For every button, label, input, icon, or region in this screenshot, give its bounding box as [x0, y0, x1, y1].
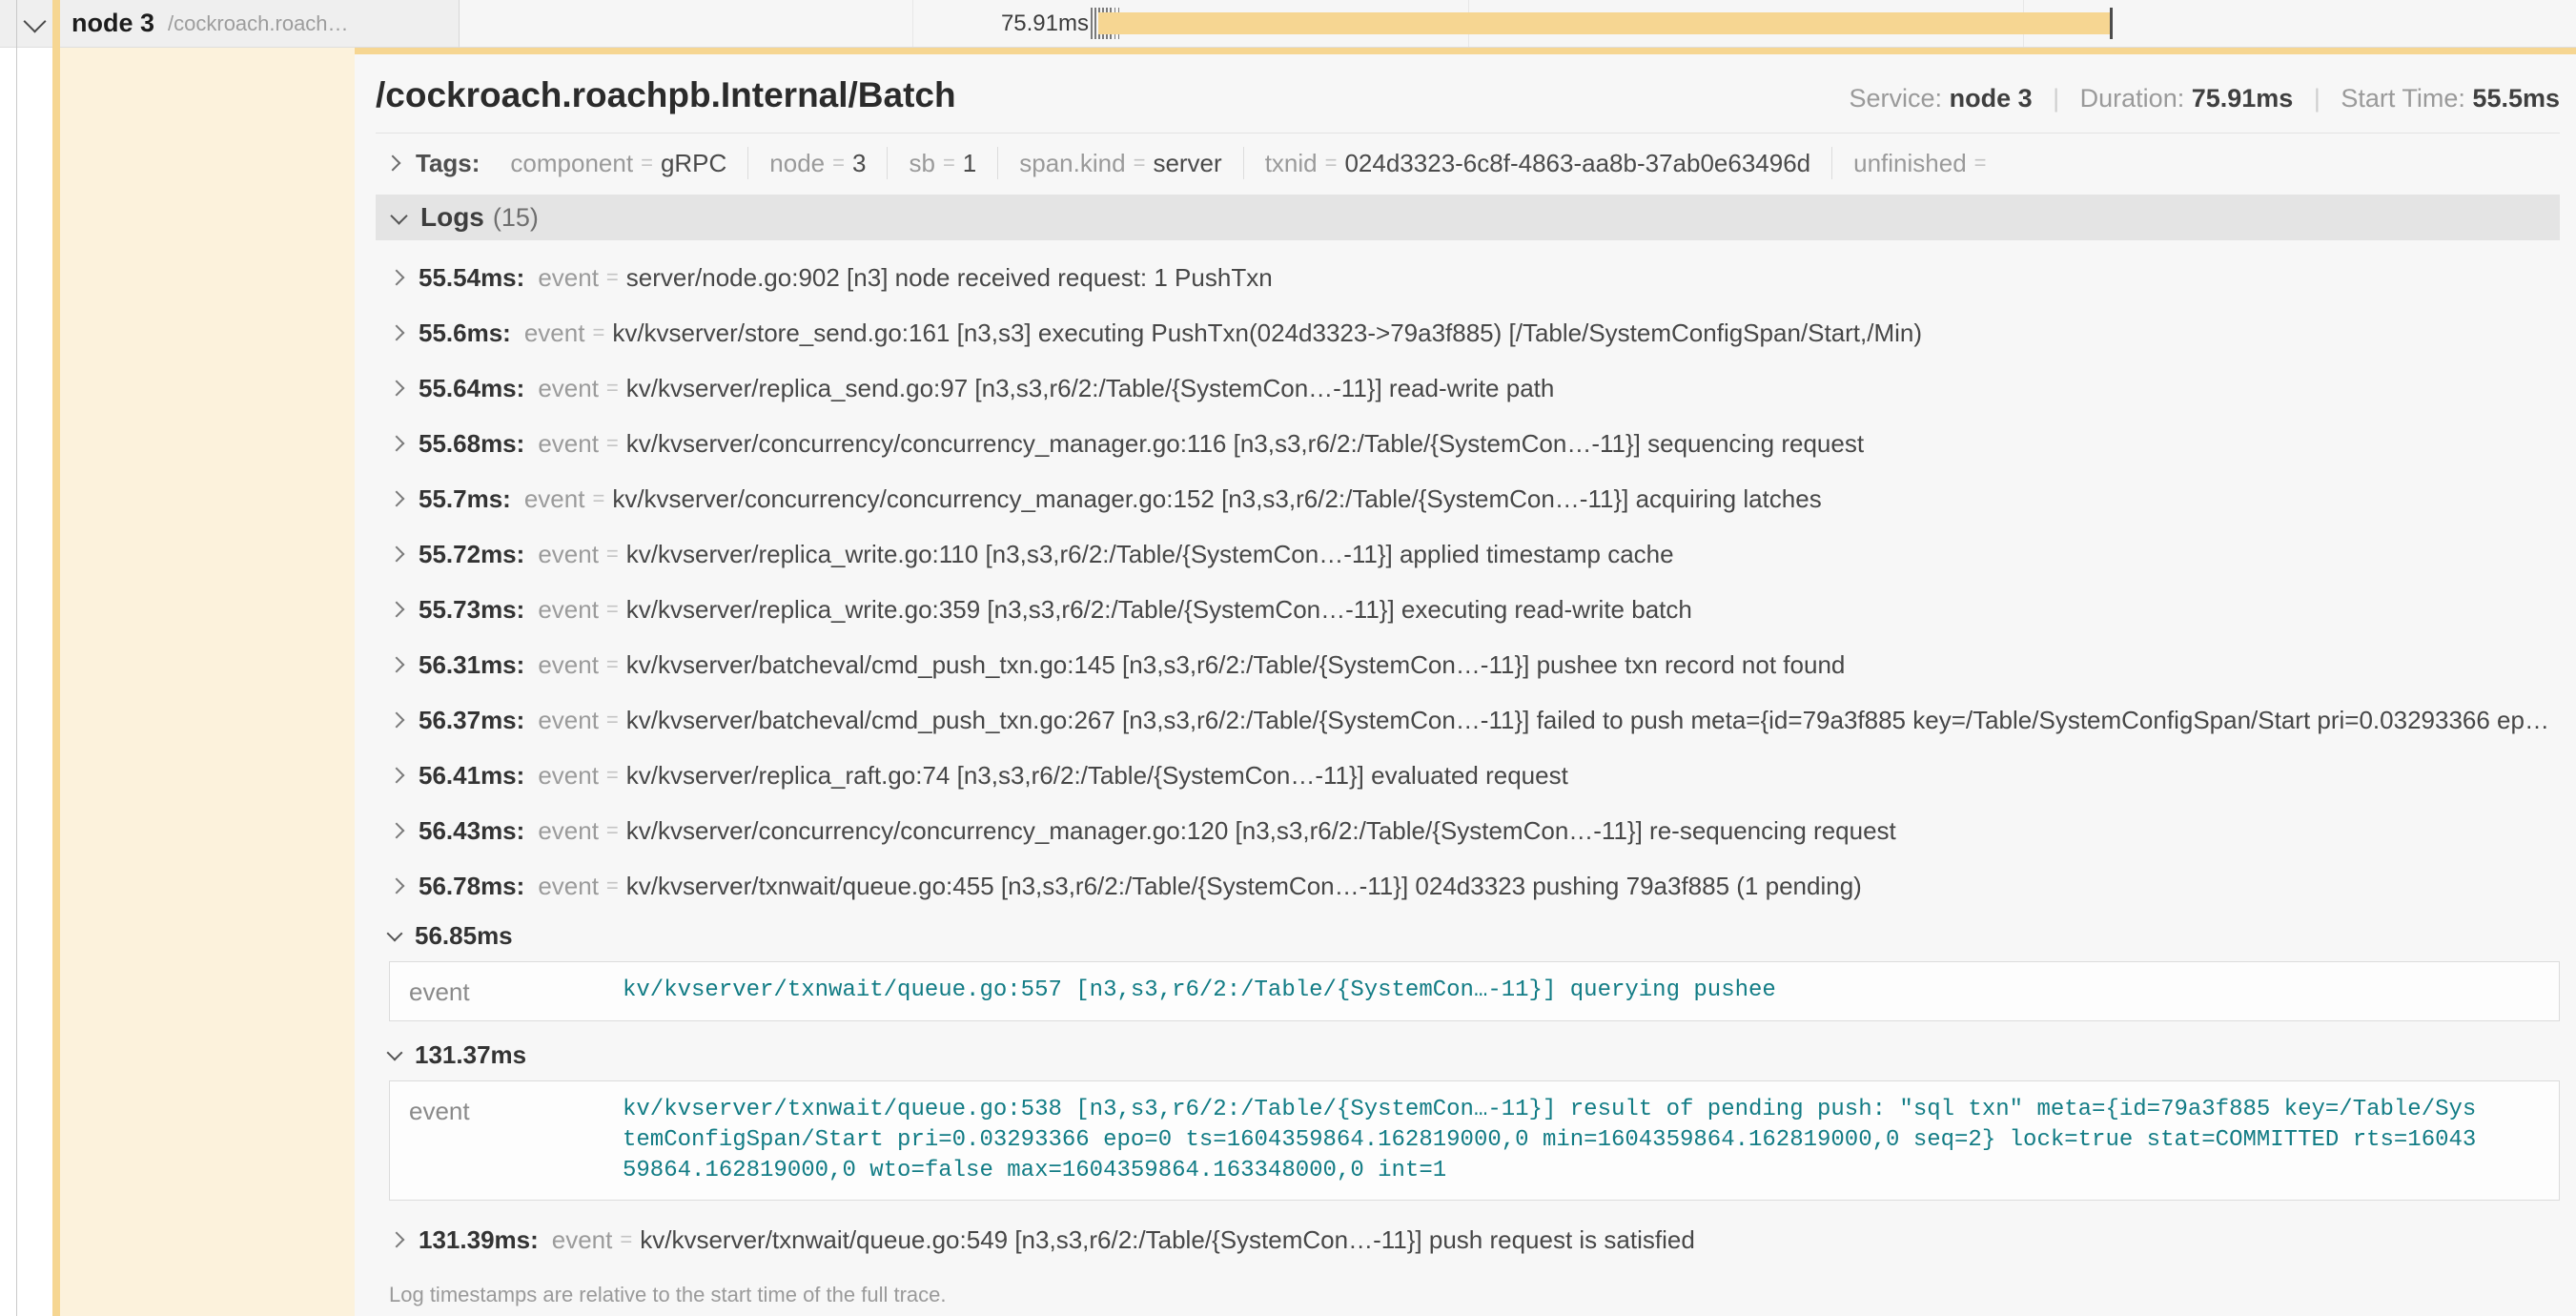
equals-sign: =	[832, 151, 845, 175]
service-label: Service:	[1850, 84, 1943, 113]
equals-sign: =	[606, 818, 619, 843]
chevron-right-icon[interactable]	[389, 380, 405, 397]
log-field-value: kv/kvserver/txnwait/queue.go:557 [n3,s3,…	[623, 976, 1776, 1007]
detail-accent-bar	[355, 48, 2576, 54]
tag-node: node = 3	[747, 147, 887, 179]
chevron-right-icon[interactable]	[389, 270, 405, 286]
page-title: /cockroach.roachpb.Internal/Batch	[376, 75, 956, 115]
log-entry-detail: event kv/kvserver/txnwait/queue.go:538 […	[389, 1080, 2560, 1201]
collapse-children-icon[interactable]	[23, 10, 46, 32]
log-entry-detail: event kv/kvserver/txnwait/queue.go:557 […	[389, 961, 2560, 1021]
gutter-divider	[16, 0, 17, 1316]
logs-title: Logs	[420, 202, 484, 233]
duration-value: 75.91ms	[2192, 84, 2294, 113]
log-entry[interactable]: 55.7ms: event = kv/kvserver/concurrency/…	[376, 471, 2560, 526]
start-time-label: Start Time:	[2341, 84, 2465, 113]
tag-component: component = gRPC	[489, 147, 747, 179]
log-entry[interactable]: 55.73ms: event = kv/kvserver/replica_wri…	[376, 582, 2560, 637]
span-operation-name: /cockroach.roach…	[168, 11, 459, 36]
log-entry[interactable]: 55.68ms: event = kv/kvserver/concurrency…	[376, 416, 2560, 471]
service-value: node 3	[1950, 84, 2033, 113]
chevron-right-icon[interactable]	[389, 657, 405, 673]
tags-section[interactable]: Tags: component = gRPC node = 3 sb = 1 s…	[376, 134, 2560, 193]
chevron-down-icon[interactable]	[390, 207, 407, 224]
start-time-value: 55.5ms	[2472, 84, 2560, 113]
equals-sign: =	[606, 652, 619, 677]
detail-header: /cockroach.roachpb.Internal/Batch Servic…	[376, 54, 2560, 115]
log-entry[interactable]: 55.72ms: event = kv/kvserver/replica_wri…	[376, 526, 2560, 582]
span-indent-column	[60, 48, 355, 1316]
equals-sign: =	[606, 431, 619, 456]
log-entry[interactable]: 55.64ms: event = kv/kvserver/replica_sen…	[376, 360, 2560, 416]
span-service-name[interactable]: node 3	[72, 9, 154, 38]
chevron-right-icon[interactable]	[389, 436, 405, 452]
span-duration-label: 75.91ms	[974, 10, 1089, 37]
span-end-tick	[2110, 8, 2113, 39]
log-entry-expanded-header[interactable]: 56.85ms	[376, 914, 2560, 957]
equals-sign: =	[1325, 151, 1338, 175]
log-entry[interactable]: 131.39ms: event = kv/kvserver/txnwait/qu…	[376, 1212, 2560, 1267]
tag-unfinished: unfinished =	[1831, 147, 2014, 179]
log-entry[interactable]: 56.41ms: event = kv/kvserver/replica_raf…	[376, 748, 2560, 803]
tag-sb: sb = 1	[887, 147, 997, 179]
chevron-right-icon[interactable]	[389, 878, 405, 894]
chevron-right-icon[interactable]	[389, 602, 405, 618]
log-entry[interactable]: 55.6ms: event = kv/kvserver/store_send.g…	[376, 305, 2560, 360]
divider: |	[2314, 84, 2320, 113]
chevron-right-icon[interactable]	[385, 155, 401, 172]
chevron-down-icon[interactable]	[387, 1045, 403, 1061]
equals-sign: =	[606, 597, 619, 622]
chevron-down-icon[interactable]	[387, 926, 403, 942]
equals-sign: =	[943, 151, 955, 175]
span-row[interactable]: node 3 /cockroach.roach… 75.91ms	[0, 0, 2576, 48]
span-duration-bar[interactable]	[1098, 12, 2110, 34]
chevron-right-icon[interactable]	[389, 491, 405, 507]
logs-footer-note: Log timestamps are relative to the start…	[389, 1283, 2560, 1307]
log-entry[interactable]: 56.31ms: event = kv/kvserver/batcheval/c…	[376, 637, 2560, 692]
timeline-gridline	[912, 0, 913, 47]
equals-sign: =	[606, 708, 619, 732]
chevron-right-icon[interactable]	[389, 712, 405, 729]
log-field-key: event	[409, 1095, 623, 1186]
equals-sign: =	[606, 763, 619, 788]
log-entry[interactable]: 56.43ms: event = kv/kvserver/concurrency…	[376, 803, 2560, 858]
log-list: 55.54ms: event = server/node.go:902 [n3]…	[376, 240, 2560, 1267]
equals-sign: =	[620, 1227, 632, 1252]
chevron-right-icon[interactable]	[389, 325, 405, 341]
equals-sign: =	[606, 874, 619, 898]
equals-sign: =	[592, 320, 604, 345]
equals-sign: =	[606, 542, 619, 566]
equals-sign: =	[641, 151, 653, 175]
span-detail-card: /cockroach.roachpb.Internal/Batch Servic…	[355, 54, 2576, 1316]
chevron-right-icon[interactable]	[389, 768, 405, 784]
tag-txnid: txnid = 024d3323-6c8f-4863-aa8b-37ab0e63…	[1243, 147, 1831, 179]
span-name-column[interactable]: node 3 /cockroach.roach…	[0, 0, 460, 48]
chevron-right-icon[interactable]	[389, 1232, 405, 1248]
duration-label: Duration:	[2080, 84, 2185, 113]
span-overview: Service: node 3 | Duration: 75.91ms | St…	[1850, 84, 2560, 113]
chevron-right-icon[interactable]	[389, 823, 405, 839]
trace-detail-page: node 3 /cockroach.roach… 75.91ms /cockro…	[0, 0, 2576, 1316]
logs-count: (15)	[493, 203, 539, 233]
span-color-stripe	[52, 0, 60, 1316]
tags-label: Tags:	[416, 149, 480, 178]
span-timeline[interactable]: 75.91ms	[460, 0, 2576, 48]
equals-sign: =	[1974, 151, 1987, 175]
chevron-right-icon[interactable]	[389, 546, 405, 563]
log-field-value: kv/kvserver/txnwait/queue.go:538 [n3,s3,…	[623, 1095, 2476, 1186]
logs-section-header[interactable]: Logs (15)	[376, 195, 2560, 240]
divider: |	[2053, 84, 2059, 113]
log-entry-expanded-header[interactable]: 131.37ms	[376, 1033, 2560, 1077]
equals-sign: =	[592, 486, 604, 511]
equals-sign: =	[1134, 151, 1146, 175]
log-entry[interactable]: 56.78ms: event = kv/kvserver/txnwait/que…	[376, 858, 2560, 914]
span-detail-panel: /cockroach.roachpb.Internal/Batch Servic…	[355, 48, 2576, 1316]
tag-span-kind: span.kind = server	[997, 147, 1242, 179]
log-entry[interactable]: 55.54ms: event = server/node.go:902 [n3]…	[376, 250, 2560, 305]
log-entry[interactable]: 56.37ms: event = kv/kvserver/batcheval/c…	[376, 692, 2560, 748]
equals-sign: =	[606, 376, 619, 401]
log-field-key: event	[409, 976, 623, 1007]
equals-sign: =	[606, 265, 619, 290]
